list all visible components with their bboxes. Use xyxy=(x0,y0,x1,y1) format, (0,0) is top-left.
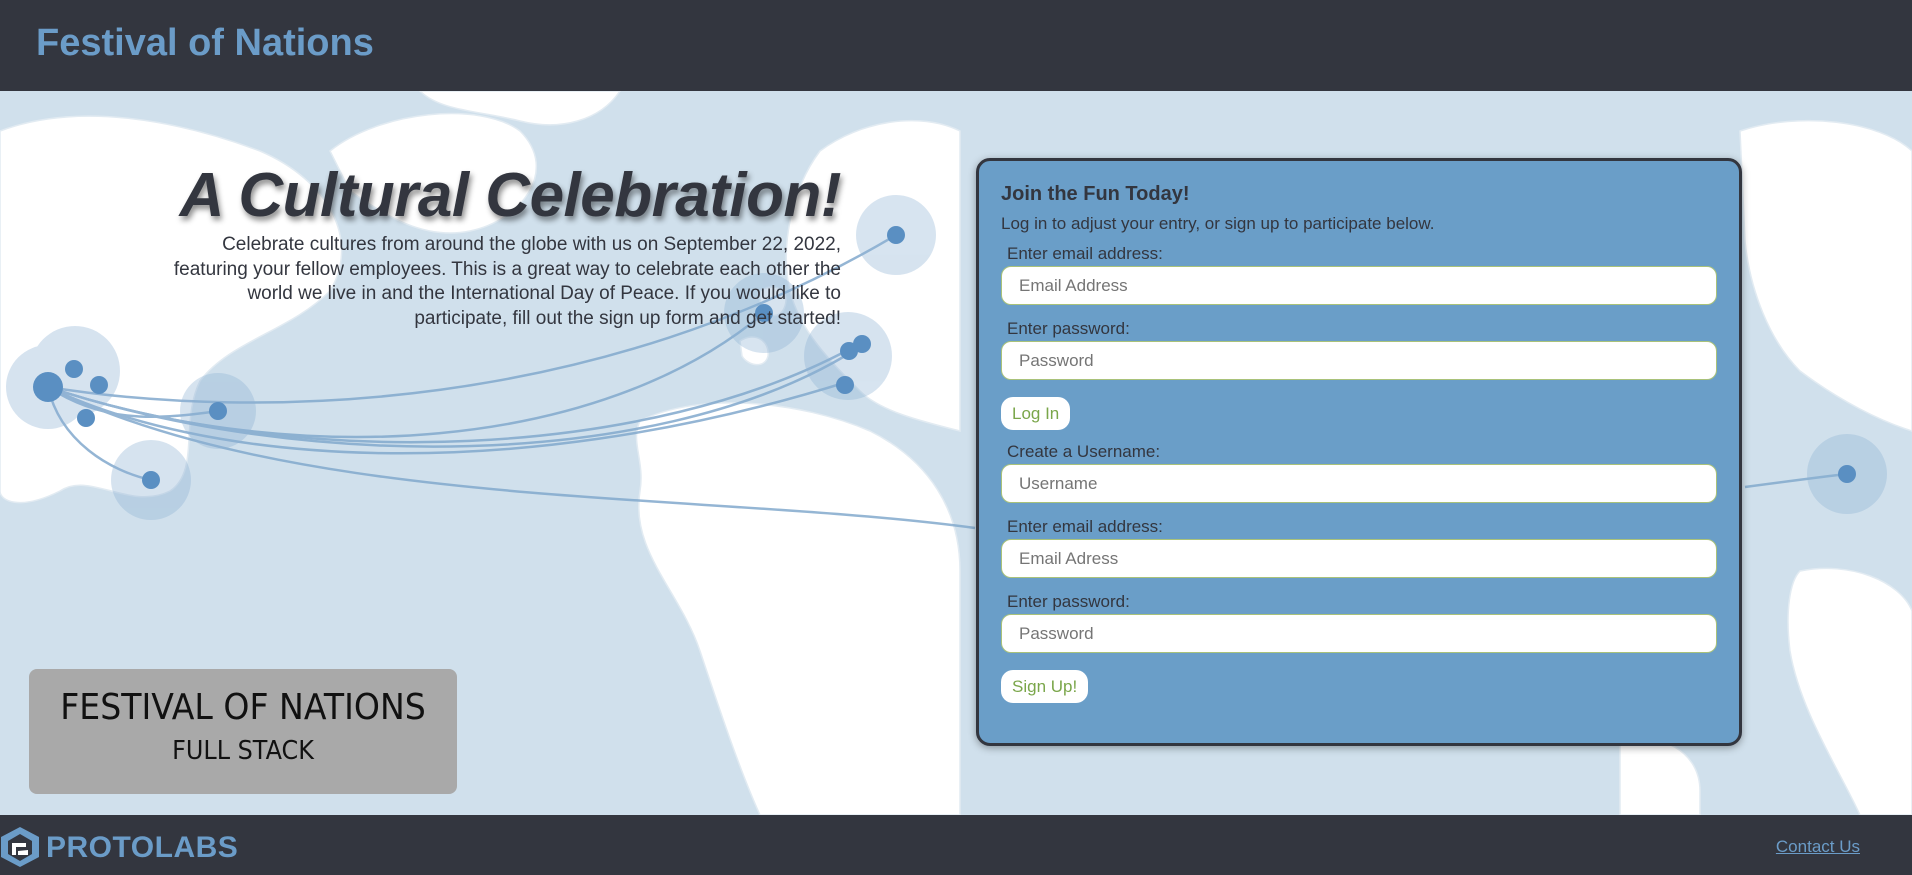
site-title[interactable]: Festival of Nations xyxy=(36,22,374,65)
site-header: Festival of Nations xyxy=(0,0,1912,91)
festival-badge: FESTIVAL OF NATIONS FULL STACK xyxy=(29,669,457,794)
badge-title: FESTIVAL OF NATIONS xyxy=(60,687,426,728)
form-heading: Join the Fun Today! xyxy=(1001,183,1190,205)
signup-username-input[interactable] xyxy=(1001,464,1717,503)
contact-us-link[interactable]: Contact Us xyxy=(1776,837,1860,857)
signup-password-label: Enter password: xyxy=(1007,592,1130,611)
protolabs-logo-text: PROTOLABS xyxy=(46,831,239,864)
login-password-label: Enter password: xyxy=(1007,319,1130,338)
login-button[interactable]: Log In xyxy=(1001,397,1071,430)
badge-subtitle: FULL STACK xyxy=(172,736,314,766)
signup-button[interactable]: Sign Up! xyxy=(1001,670,1089,703)
signup-login-card: Join the Fun Today! Log in to adjust you… xyxy=(976,158,1742,746)
signup-password-input[interactable] xyxy=(1001,614,1717,653)
form-subheading: Log in to adjust your entry, or sign up … xyxy=(1001,214,1435,233)
site-footer: PROTOLABS Contact Us xyxy=(0,815,1912,875)
protolabs-logo-icon xyxy=(0,826,40,873)
signup-email-label: Enter email address: xyxy=(1007,517,1163,536)
hero-description: Celebrate cultures from around the globe… xyxy=(173,234,841,329)
signup-email-input[interactable] xyxy=(1001,539,1717,578)
signup-username-label: Create a Username: xyxy=(1007,442,1161,461)
login-email-input[interactable] xyxy=(1001,266,1717,305)
hero-title: A Cultural Celebration! xyxy=(179,161,842,230)
login-password-input[interactable] xyxy=(1001,341,1717,380)
login-email-label: Enter email address: xyxy=(1007,244,1163,263)
intro-section: A Cultural Celebration! Celebrate cultur… xyxy=(121,160,842,331)
